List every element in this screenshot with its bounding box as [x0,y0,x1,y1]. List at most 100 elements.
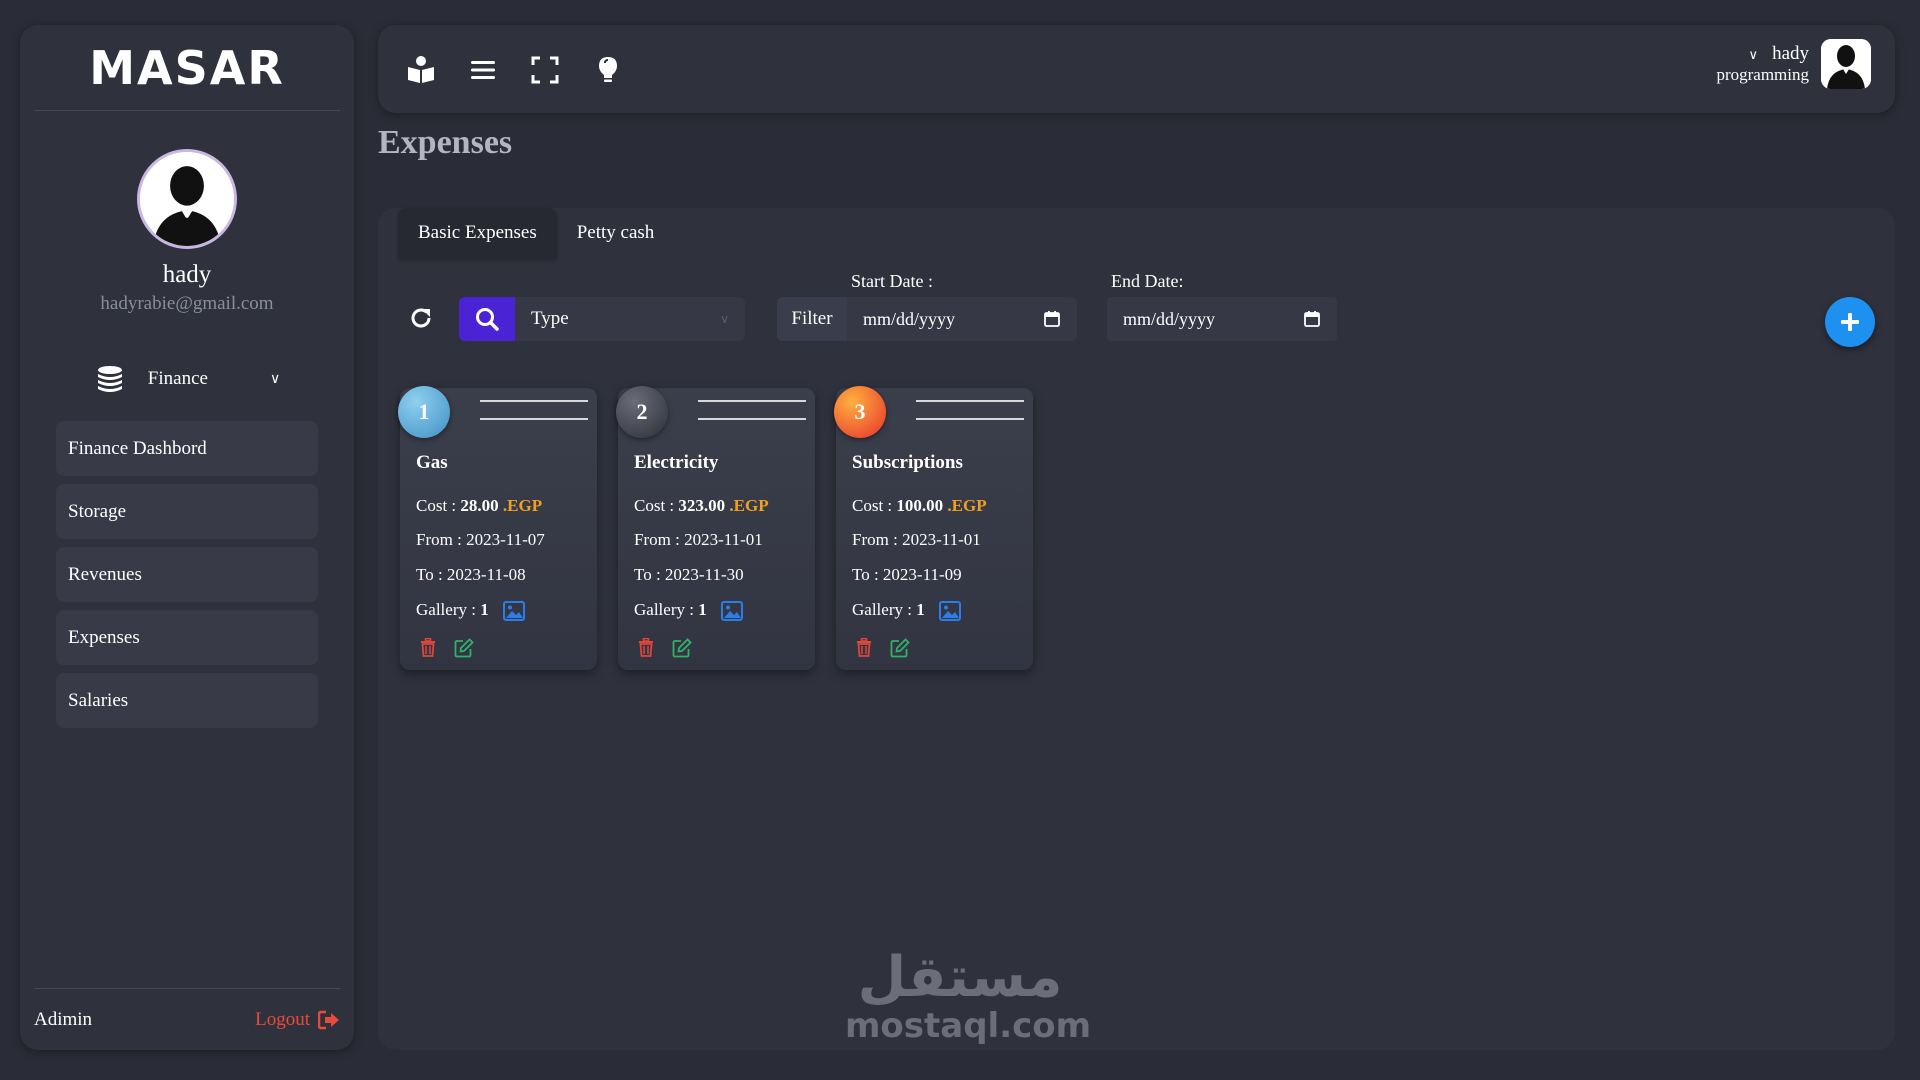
edit-button[interactable] [672,638,692,658]
finance-section-toggle[interactable]: Finance ∨ [20,363,354,395]
edit-button[interactable] [454,638,474,658]
card-to: To : 2023-11-30 [634,565,744,584]
logout-label: Logout [255,1008,310,1030]
delete-button[interactable] [420,638,436,658]
user-avatar[interactable] [1821,39,1871,89]
card-title: Gas [416,452,448,473]
card-actions [420,638,474,658]
sidebar-item-label: Revenues [68,563,142,585]
trash-icon [639,638,653,657]
card-cost: Cost : 323.00 .EGP [634,496,769,515]
chevron-down-icon: ∨ [269,371,281,387]
sidebar-item-label: Salaries [68,689,129,711]
finance-menu: Finance Dashbord Storage Revenues Expens… [20,421,354,728]
card-header-lines [698,400,806,436]
filter-button[interactable]: Filter [777,297,847,341]
card-cost: Cost : 100.00 .EGP [852,496,987,515]
card-to: To : 2023-11-08 [416,565,526,584]
delete-button[interactable] [638,638,654,658]
sidebar-item-expenses[interactable]: Expenses [56,610,318,665]
expenses-panel: Basic Expenses Petty cash Type ∨ Filter … [378,208,1895,1050]
start-date-value: mm/dd/yyyy [863,308,956,329]
card-actions [638,638,692,658]
page-title: Expenses [378,124,513,161]
add-expense-button[interactable] [1825,297,1875,347]
card-number-badge: 3 [834,386,886,438]
card-from: From : 2023-11-01 [634,530,763,549]
type-select-value: Type [531,308,569,329]
chevron-down-icon: ∨ [720,311,729,326]
sidebar-item-storage[interactable]: Storage [56,484,318,539]
lightbulb-icon[interactable] [593,55,623,85]
start-date-input[interactable]: mm/dd/yyyy [847,297,1077,341]
search-icon [476,308,499,331]
plus-icon [1841,313,1859,331]
sidebar-item-revenues[interactable]: Revenues [56,547,318,602]
logout-icon [318,1010,339,1029]
card-gallery: Gallery : 1 [634,600,743,622]
edit-icon [672,638,692,658]
card-header-lines [916,400,1024,436]
card-number-badge: 1 [398,386,450,438]
card-to: To : 2023-11-09 [852,565,962,584]
card-gallery: Gallery : 1 [416,600,525,622]
end-date-value: mm/dd/yyyy [1123,308,1216,329]
watermark-arabic: مستقل [857,945,1063,1010]
footer-user-role: Adimin [34,1008,93,1030]
image-icon[interactable] [938,601,961,622]
watermark: مستقل mostaql.com [845,945,1092,1046]
edit-button[interactable] [890,638,910,658]
user-info: ∨ hady programming [1716,43,1809,85]
user-avatar [137,149,237,249]
delete-button[interactable] [856,638,872,658]
app-logo[interactable]: MASAR [34,25,340,111]
end-date-input[interactable]: mm/dd/yyyy [1107,297,1337,341]
fullscreen-icon[interactable] [530,55,560,85]
calendar-icon[interactable] [1303,310,1321,328]
watermark-latin: mostaql.com [845,1006,1092,1046]
sidebar: MASAR hady hadyrabie@gmail.com Finance ∨… [20,25,354,1050]
trash-icon [857,638,871,657]
expense-tabs: Basic Expenses Petty cash [398,208,674,258]
card-title: Electricity [634,452,719,473]
user-menu[interactable]: ∨ hady programming [1716,39,1871,89]
edit-icon [454,638,474,658]
finance-section-label: Finance [147,368,208,389]
card-title: Subscriptions [852,452,963,473]
logout-button[interactable]: Logout [255,1009,340,1031]
chevron-down-icon: ∨ [1748,47,1759,62]
user-name: hady [1772,43,1809,64]
card-from: From : 2023-11-01 [852,530,981,549]
card-from: From : 2023-11-07 [416,530,545,549]
edit-icon [890,638,910,658]
card-number-badge: 2 [616,386,668,438]
profile-name: hady [162,261,212,288]
trash-icon [421,638,435,657]
book-reader-icon[interactable] [406,55,436,85]
top-bar: ∨ hady programming [378,25,1895,113]
sidebar-footer: Adimin Logout [34,988,340,1050]
sidebar-item-label: Expenses [68,626,140,648]
image-icon[interactable] [720,601,743,622]
image-icon[interactable] [502,601,525,622]
refresh-icon[interactable] [408,305,434,331]
end-date-label: End Date: [1111,271,1184,291]
card-cost: Cost : 28.00 .EGP [416,496,543,515]
menu-icon[interactable] [468,55,498,85]
search-button[interactable] [459,297,515,341]
type-select[interactable]: Type ∨ [515,297,745,341]
card-actions [856,638,910,658]
coins-icon [97,366,122,392]
user-role: programming [1716,65,1809,84]
tab-basic-expenses[interactable]: Basic Expenses [398,208,557,258]
sidebar-item-salaries[interactable]: Salaries [56,673,318,728]
start-date-label: Start Date : [851,271,933,291]
expense-card: 1 Gas Cost : 28.00 .EGP From : 2023-11-0… [398,386,597,670]
profile-email: hadyrabie@gmail.com [100,293,274,314]
calendar-icon[interactable] [1043,310,1061,328]
sidebar-item-finance-dashboard[interactable]: Finance Dashbord [56,421,318,476]
tab-petty-cash[interactable]: Petty cash [557,208,675,258]
card-gallery: Gallery : 1 [852,600,961,622]
sidebar-item-label: Storage [68,500,127,522]
profile-block: hady hadyrabie@gmail.com [20,149,354,315]
